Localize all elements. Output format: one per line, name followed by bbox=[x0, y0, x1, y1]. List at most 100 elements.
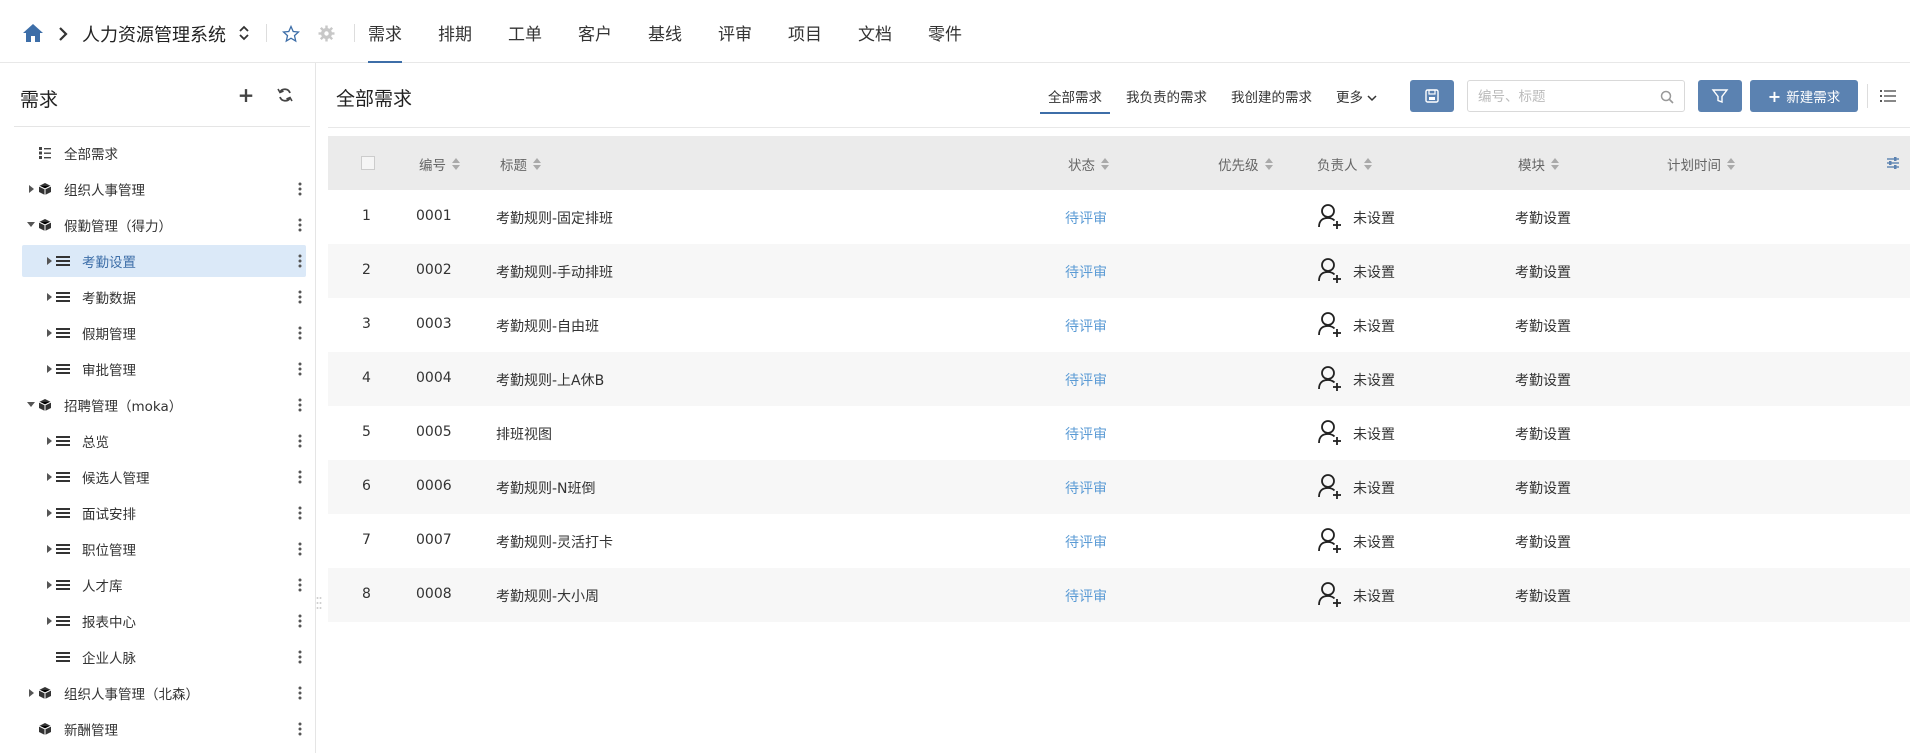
search-input[interactable] bbox=[1478, 87, 1658, 107]
caret-right-icon[interactable] bbox=[45, 472, 53, 482]
search-box[interactable] bbox=[1467, 80, 1685, 112]
row-title[interactable]: 考勤规则-固定排班 bbox=[496, 208, 613, 228]
project-name[interactable]: 人力资源管理系统 bbox=[82, 21, 226, 47]
sort-icon[interactable] bbox=[1101, 158, 1109, 170]
save-view-button[interactable] bbox=[1410, 80, 1454, 112]
tab-requirements[interactable]: 需求 bbox=[350, 0, 420, 63]
filter-more[interactable]: 更多 bbox=[1328, 80, 1385, 112]
row-title[interactable]: 考勤规则-N班倒 bbox=[496, 478, 596, 498]
caret-right-icon[interactable] bbox=[45, 436, 53, 446]
sidebar-tree-item[interactable]: 假勤管理（得力） bbox=[22, 209, 306, 241]
sidebar-tree-item[interactable]: 考勤设置 bbox=[22, 245, 306, 277]
caret-right-icon[interactable] bbox=[45, 508, 53, 518]
caret-right-icon[interactable] bbox=[45, 544, 53, 554]
tab-customers[interactable]: 客户 bbox=[560, 0, 630, 63]
row-status[interactable]: 待评审 bbox=[1065, 478, 1107, 498]
row-owner[interactable]: 未设置 bbox=[1353, 316, 1395, 336]
filter-created[interactable]: 我创建的需求 bbox=[1223, 80, 1320, 112]
more-options-icon[interactable] bbox=[298, 650, 302, 664]
row-title[interactable]: 考勤规则-灵活打卡 bbox=[496, 532, 613, 552]
sidebar-tree-item[interactable]: 审批管理 bbox=[22, 353, 306, 385]
table-row[interactable]: 8 0008 考勤规则-大小周 待评审 未设置 考勤设置 bbox=[328, 568, 1910, 622]
more-options-icon[interactable] bbox=[298, 398, 302, 412]
more-options-icon[interactable] bbox=[298, 362, 302, 376]
tab-baseline[interactable]: 基线 bbox=[630, 0, 700, 63]
tab-schedule[interactable]: 排期 bbox=[420, 0, 490, 63]
row-status[interactable]: 待评审 bbox=[1065, 208, 1107, 228]
caret-down-icon[interactable] bbox=[27, 220, 35, 230]
filter-all[interactable]: 全部需求 bbox=[1040, 80, 1110, 114]
caret-right-icon[interactable] bbox=[27, 688, 35, 698]
add-assignee-icon[interactable] bbox=[1318, 419, 1344, 447]
tab-documents[interactable]: 文档 bbox=[840, 0, 910, 63]
filter-mine[interactable]: 我负责的需求 bbox=[1118, 80, 1215, 112]
sort-icon[interactable] bbox=[533, 158, 541, 170]
more-options-icon[interactable] bbox=[298, 434, 302, 448]
row-status[interactable]: 待评审 bbox=[1065, 424, 1107, 444]
sidebar-tree-item[interactable]: 候选人管理 bbox=[22, 461, 306, 493]
sidebar-tree-item[interactable]: 假期管理 bbox=[22, 317, 306, 349]
row-status[interactable]: 待评审 bbox=[1065, 532, 1107, 552]
sidebar-tree-item[interactable]: 组织人事管理 bbox=[22, 173, 306, 205]
row-title[interactable]: 考勤规则-上A休B bbox=[496, 370, 604, 390]
caret-down-icon[interactable] bbox=[27, 400, 35, 410]
add-assignee-icon[interactable] bbox=[1318, 527, 1344, 555]
row-status[interactable]: 待评审 bbox=[1065, 316, 1107, 336]
row-title[interactable]: 考勤规则-自由班 bbox=[496, 316, 599, 336]
select-all-checkbox[interactable] bbox=[361, 156, 375, 170]
table-row[interactable]: 5 0005 排班视图 待评审 未设置 考勤设置 bbox=[328, 406, 1910, 460]
add-assignee-icon[interactable] bbox=[1318, 311, 1344, 339]
sort-icon[interactable] bbox=[452, 158, 460, 170]
table-row[interactable]: 2 0002 考勤规则-手动排班 待评审 未设置 考勤设置 bbox=[328, 244, 1910, 298]
star-icon[interactable] bbox=[282, 25, 300, 43]
sidebar-tree-item[interactable]: 招聘管理（moka） bbox=[22, 389, 306, 421]
sidebar-tree-item[interactable]: 考勤数据 bbox=[22, 281, 306, 313]
row-status[interactable]: 待评审 bbox=[1065, 262, 1107, 282]
row-owner[interactable]: 未设置 bbox=[1353, 208, 1395, 228]
search-icon[interactable] bbox=[1660, 90, 1674, 104]
row-title[interactable]: 排班视图 bbox=[496, 424, 552, 444]
add-assignee-icon[interactable] bbox=[1318, 473, 1344, 501]
column-header-title[interactable]: 标题 bbox=[500, 154, 541, 174]
column-settings-icon[interactable] bbox=[1886, 156, 1900, 170]
more-options-icon[interactable] bbox=[298, 290, 302, 304]
row-owner[interactable]: 未设置 bbox=[1353, 532, 1395, 552]
switch-project-icon[interactable] bbox=[238, 24, 250, 42]
column-header-plan-time[interactable]: 计划时间 bbox=[1667, 154, 1735, 174]
row-owner[interactable]: 未设置 bbox=[1353, 586, 1395, 606]
tab-tickets[interactable]: 工单 bbox=[490, 0, 560, 63]
sidebar-tree-item[interactable]: 总览 bbox=[22, 425, 306, 457]
sort-icon[interactable] bbox=[1727, 158, 1735, 170]
tab-review[interactable]: 评审 bbox=[700, 0, 770, 63]
row-owner[interactable]: 未设置 bbox=[1353, 262, 1395, 282]
row-status[interactable]: 待评审 bbox=[1065, 370, 1107, 390]
sidebar-tree-item[interactable]: 组织人事管理（北森） bbox=[22, 677, 306, 709]
gear-icon[interactable] bbox=[318, 25, 335, 42]
list-view-icon[interactable] bbox=[1880, 89, 1896, 103]
caret-right-icon[interactable] bbox=[45, 256, 53, 266]
add-assignee-icon[interactable] bbox=[1318, 581, 1344, 609]
more-options-icon[interactable] bbox=[298, 722, 302, 736]
more-options-icon[interactable] bbox=[298, 614, 302, 628]
row-title[interactable]: 考勤规则-手动排班 bbox=[496, 262, 613, 282]
sidebar-tree-item[interactable]: 人才库 bbox=[22, 569, 306, 601]
sidebar-tree-item[interactable]: 报表中心 bbox=[22, 605, 306, 637]
caret-right-icon[interactable] bbox=[45, 616, 53, 626]
more-options-icon[interactable] bbox=[298, 578, 302, 592]
sidebar-tree-item[interactable]: 面试安排 bbox=[22, 497, 306, 529]
table-row[interactable]: 3 0003 考勤规则-自由班 待评审 未设置 考勤设置 bbox=[328, 298, 1910, 352]
add-assignee-icon[interactable] bbox=[1318, 203, 1344, 231]
sidebar-tree-item[interactable]: 企业人脉 bbox=[22, 641, 306, 673]
table-row[interactable]: 4 0004 考勤规则-上A休B 待评审 未设置 考勤设置 bbox=[328, 352, 1910, 406]
table-row[interactable]: 6 0006 考勤规则-N班倒 待评审 未设置 考勤设置 bbox=[328, 460, 1910, 514]
more-options-icon[interactable] bbox=[298, 470, 302, 484]
add-module-icon[interactable]: + bbox=[237, 85, 255, 105]
row-owner[interactable]: 未设置 bbox=[1353, 478, 1395, 498]
tab-projects[interactable]: 项目 bbox=[770, 0, 840, 63]
row-title[interactable]: 考勤规则-大小周 bbox=[496, 586, 599, 606]
sort-icon[interactable] bbox=[1363, 158, 1372, 170]
column-header-owner[interactable]: 负责人 bbox=[1317, 154, 1372, 174]
table-row[interactable]: 1 0001 考勤规则-固定排班 待评审 未设置 考勤设置 bbox=[328, 190, 1910, 244]
row-owner[interactable]: 未设置 bbox=[1353, 370, 1395, 390]
more-options-icon[interactable] bbox=[298, 686, 302, 700]
